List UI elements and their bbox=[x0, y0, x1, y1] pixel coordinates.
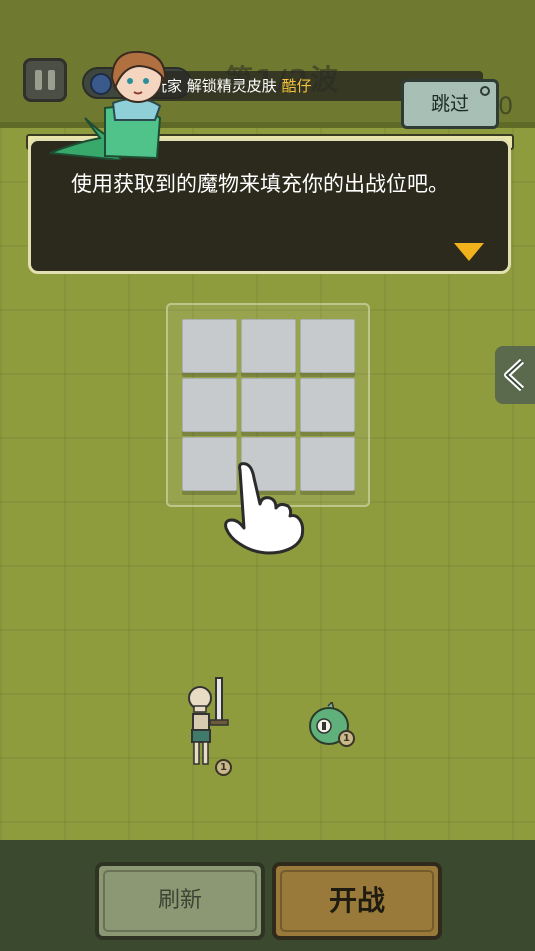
ticker-highlight: 酷仔 bbox=[281, 77, 312, 95]
deploy-slot[interactable] bbox=[241, 319, 296, 373]
deploy-slot[interactable] bbox=[182, 378, 237, 432]
skeleton-warrior-unit[interactable] bbox=[183, 676, 233, 770]
dialog-text: 使用获取到的魔物来填充你的出战位吧。 bbox=[71, 172, 449, 196]
bottom-action-bar bbox=[0, 840, 535, 951]
skip-button[interactable]: 跳过 bbox=[401, 79, 499, 129]
chevron-left-icon bbox=[504, 359, 525, 391]
refresh-button[interactable]: 刷新 bbox=[95, 862, 265, 940]
circle-icon bbox=[480, 86, 490, 96]
deploy-slot[interactable] bbox=[300, 378, 355, 432]
pause-icon bbox=[35, 70, 42, 90]
mermaid-guide-avatar bbox=[49, 50, 167, 160]
pointing-hand-icon bbox=[224, 462, 305, 555]
continue-arrow-icon[interactable] bbox=[454, 243, 484, 261]
side-panel-toggle[interactable] bbox=[495, 346, 535, 404]
unit-level-badge: 1 bbox=[215, 759, 232, 776]
deploy-slot[interactable] bbox=[182, 319, 237, 373]
counter-text: 0 bbox=[498, 92, 514, 120]
deploy-slot[interactable] bbox=[241, 378, 296, 432]
deploy-slot[interactable] bbox=[300, 319, 355, 373]
start-battle-button[interactable]: 开战 bbox=[272, 862, 442, 940]
skip-label: 跳过 bbox=[430, 93, 469, 115]
unit-level-badge: 1 bbox=[338, 730, 355, 747]
